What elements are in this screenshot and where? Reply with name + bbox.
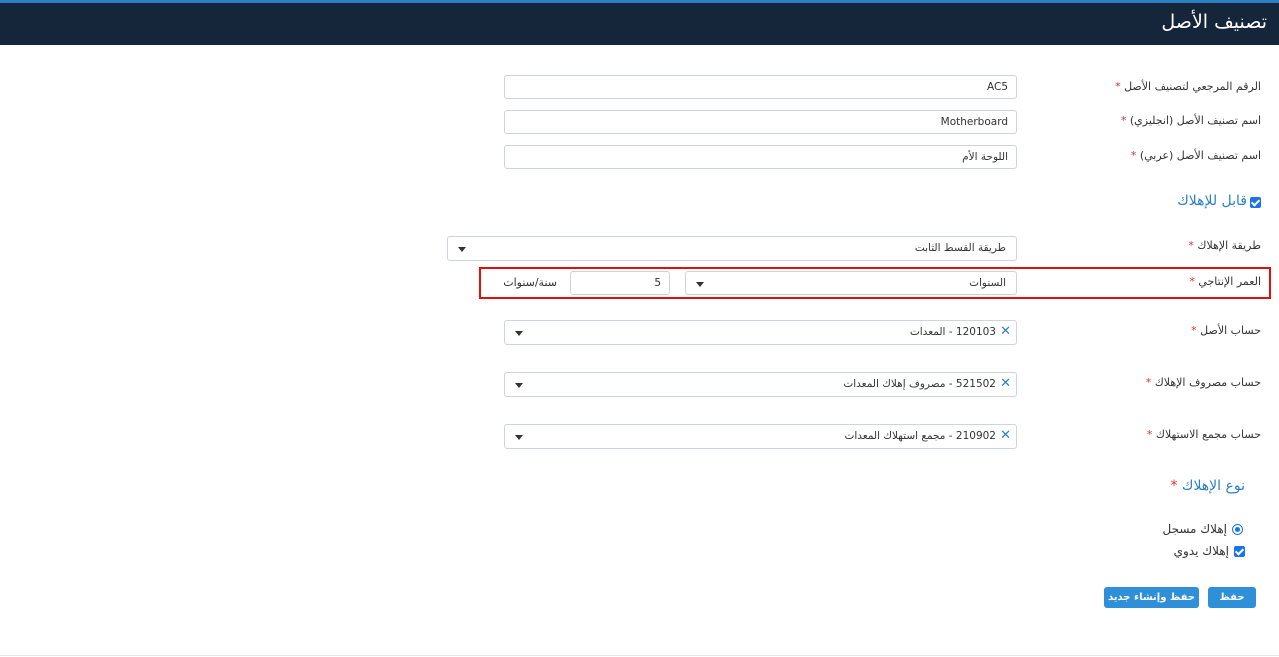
name-ar-input[interactable]: اللوحة الأم: [504, 145, 1017, 169]
footer-divider: [0, 655, 1279, 656]
clear-icon[interactable]: ✕: [1000, 428, 1011, 443]
depr-expense-account-select[interactable]: ✕ 521502 - مصروف إهلاك المعدات: [504, 372, 1017, 397]
registered-depreciation-label: إهلاك مسجل: [1162, 522, 1228, 536]
required-mark: *: [1189, 275, 1195, 288]
registered-depreciation-radio[interactable]: [1232, 524, 1243, 535]
depr-expense-account-label: حساب مصروف الإهلاك *: [1145, 376, 1261, 389]
required-mark: *: [1146, 428, 1153, 441]
asset-account-label: حساب الأصل *: [1191, 324, 1261, 337]
required-mark: *: [1120, 114, 1127, 127]
useful-life-input[interactable]: 5: [570, 271, 670, 295]
depreciable-checkbox[interactable]: [1250, 197, 1261, 208]
page-header: تصنيف الأصل: [0, 3, 1279, 45]
chevron-down-icon: [515, 435, 523, 440]
required-mark: *: [1130, 149, 1137, 162]
accum-depr-account-label: حساب مجمع الاستهلاك *: [1146, 428, 1261, 441]
asset-account-select[interactable]: ✕ 120103 - المعدات: [504, 320, 1017, 345]
useful-life-unit-value: السنوات: [969, 277, 1006, 289]
required-mark: *: [1188, 239, 1194, 252]
chevron-down-icon: [458, 247, 466, 252]
depreciation-method-select[interactable]: طريقة القسط الثابت: [447, 236, 1017, 261]
depreciation-type-heading: نوع الإهلاك *: [1170, 478, 1245, 494]
ref-no-input[interactable]: AC5: [504, 75, 1017, 99]
depreciation-method-label: طريقة الإهلاك *: [1188, 239, 1261, 252]
ref-no-label: الرقم المرجعي لتصنيف الأصل *: [1115, 80, 1261, 93]
manual-depreciation-checkbox[interactable]: [1234, 546, 1245, 557]
page-title: تصنيف الأصل: [1161, 11, 1267, 33]
save-button[interactable]: حفظ: [1208, 587, 1256, 608]
chevron-down-icon: [515, 331, 523, 336]
depr-expense-account-value: 521502 - مصروف إهلاك المعدات: [843, 378, 996, 390]
name-en-input[interactable]: Motherboard: [504, 110, 1017, 134]
required-mark: *: [1170, 478, 1178, 494]
depreciable-label: قابل للإهلاك: [1177, 193, 1247, 209]
required-mark: *: [1191, 324, 1197, 337]
useful-life-label: العمر الإنتاجي *: [1189, 275, 1261, 288]
name-ar-label: اسم تصنيف الأصل (عربي) *: [1130, 149, 1261, 162]
asset-account-value: 120103 - المعدات: [909, 326, 996, 338]
manual-depreciation-label: إهلاك يدوي: [1173, 544, 1229, 558]
accum-depr-account-select[interactable]: ✕ 210902 - مجمع استهلاك المعدات: [504, 424, 1017, 449]
required-mark: *: [1115, 80, 1121, 93]
depreciation-method-value: طريقة القسط الثابت: [914, 242, 1006, 254]
useful-life-unit-select[interactable]: السنوات: [685, 271, 1017, 295]
accum-depr-account-value: 210902 - مجمع استهلاك المعدات: [844, 430, 996, 442]
save-and-new-button[interactable]: حفظ وإنشاء جديد: [1104, 587, 1199, 608]
clear-icon[interactable]: ✕: [1000, 376, 1011, 391]
name-en-label: اسم تصنيف الأصل (انجليزي) *: [1120, 114, 1261, 127]
useful-life-suffix: سنة/سنوات: [503, 276, 557, 289]
clear-icon[interactable]: ✕: [1000, 324, 1011, 339]
chevron-down-icon: [696, 282, 704, 287]
chevron-down-icon: [515, 383, 523, 388]
required-mark: *: [1145, 376, 1152, 389]
